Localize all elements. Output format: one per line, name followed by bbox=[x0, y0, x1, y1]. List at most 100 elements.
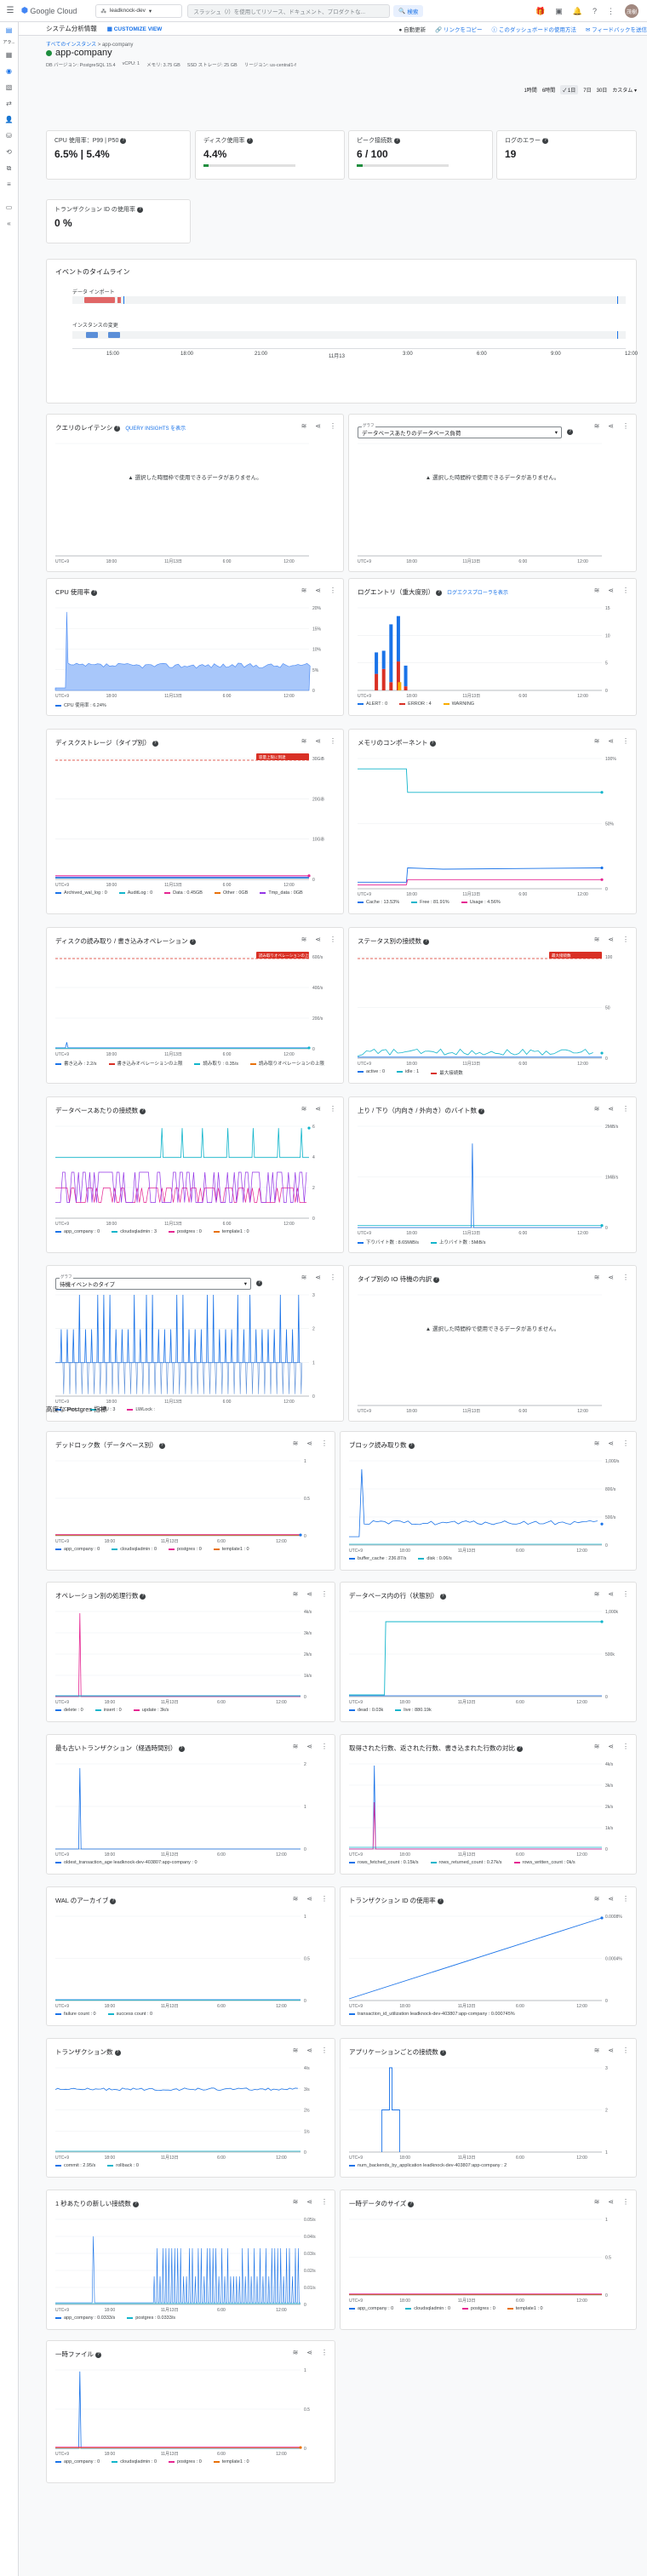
legend-item[interactable]: app_company : 0 bbox=[55, 1547, 100, 1552]
legend-item[interactable]: template1 : 0 bbox=[507, 2306, 543, 2311]
legend-item[interactable]: CPU 使用率 : 6.24% bbox=[55, 701, 106, 708]
dashboard-usage-link[interactable]: ⓘ このダッシュボードの使用方法 bbox=[492, 25, 576, 33]
legend-item[interactable]: buffer_cache : 236.87/s bbox=[349, 1556, 406, 1561]
legend-item[interactable]: rows_returned_count : 0.27k/s bbox=[430, 1860, 502, 1865]
help-icon[interactable]: ? bbox=[593, 7, 597, 15]
legend-item[interactable]: Data : 0.45GB bbox=[164, 890, 203, 896]
connections-icon[interactable]: ⇄ bbox=[0, 95, 18, 112]
auto-refresh-toggle[interactable]: ● 自動更新 bbox=[398, 25, 426, 33]
help-icon[interactable]: ? bbox=[246, 137, 253, 144]
legend-item[interactable]: app_company : 0 bbox=[55, 2459, 100, 2464]
legend-item[interactable]: oldest_transaction_age leadknock-dev-403… bbox=[55, 1860, 198, 1865]
legend-item[interactable]: 書き込みオペレーションの上限 bbox=[108, 1060, 182, 1067]
collapse-icon[interactable]: « bbox=[0, 215, 18, 232]
legend-item[interactable]: cloudsqladmin : 3 bbox=[112, 1229, 157, 1234]
range-1d[interactable]: ✓ 1日 bbox=[560, 85, 579, 94]
overview-icon[interactable]: ▦ bbox=[0, 47, 18, 63]
legend-item[interactable]: template1 : 0 bbox=[213, 2459, 249, 2464]
gift-icon[interactable]: 🎁 bbox=[535, 7, 545, 16]
release-notes-icon[interactable]: ▭ bbox=[0, 199, 18, 215]
legend-item[interactable]: 下りバイト数 : 8.65MiB/s bbox=[358, 1239, 419, 1245]
insights-icon[interactable]: ◉ bbox=[0, 63, 18, 79]
legend-item[interactable]: Usage : 4.56% bbox=[461, 900, 501, 905]
backup-icon[interactable]: ⟲ bbox=[0, 144, 18, 160]
legend-item[interactable]: postgres : 0 bbox=[169, 1229, 202, 1234]
cloud-sql-icon[interactable]: ▤ bbox=[0, 22, 18, 38]
legend-item[interactable]: WARNING bbox=[443, 701, 474, 707]
legend-item[interactable]: AuditLog : 0 bbox=[118, 890, 152, 896]
chart-icon[interactable]: ▧ bbox=[0, 79, 18, 95]
legend-item[interactable]: cloudsqladmin : 0 bbox=[112, 2459, 157, 2464]
legend-item[interactable]: insert : 0 bbox=[94, 1708, 122, 1713]
help-icon[interactable]: ? bbox=[394, 137, 400, 144]
legend-item[interactable]: ALERT : 0 bbox=[358, 701, 387, 707]
legend-item[interactable]: 最大接続数 bbox=[431, 1069, 463, 1076]
legend-item[interactable]: dead : 0.03k bbox=[349, 1708, 383, 1713]
legend-item[interactable]: Tmp_data : 0GB bbox=[260, 890, 303, 896]
legend-item[interactable]: 読み取り : 0.35/s bbox=[194, 1060, 238, 1067]
bell-icon[interactable]: 🔔 bbox=[573, 7, 582, 16]
users-icon[interactable]: 👤 bbox=[0, 112, 18, 128]
legend-item[interactable]: app_company : 0.0333/s bbox=[55, 2316, 115, 2321]
feedback-button[interactable]: ✉ フィードバックを送信 bbox=[586, 25, 647, 33]
legend-item[interactable]: disk : 0.06/s bbox=[418, 1556, 452, 1561]
search-input[interactable]: スラッシュ（/）を使用してリソース、ドキュメント、プロダクトな... bbox=[187, 3, 391, 18]
range-6h[interactable]: 6時間 bbox=[542, 86, 555, 94]
legend-item[interactable]: cloudsqladmin : 0 bbox=[405, 2306, 450, 2311]
operations-icon[interactable]: ≡ bbox=[0, 176, 18, 192]
legend-item[interactable]: postgres : 0 bbox=[462, 2306, 495, 2311]
copy-link-button[interactable]: 🔗 リンクをコピー bbox=[435, 25, 482, 33]
change-event[interactable] bbox=[108, 332, 120, 338]
terminal-icon[interactable]: ▣ bbox=[555, 7, 563, 16]
legend-item[interactable]: Cache : 13.53% bbox=[358, 900, 399, 905]
legend-item[interactable]: 書き込み : 2.2/s bbox=[55, 1060, 97, 1067]
legend-item[interactable]: Free : 81.91% bbox=[411, 900, 449, 905]
legend-item[interactable]: ERROR : 4 bbox=[399, 701, 432, 707]
legend-item[interactable]: rows_fetched_count : 0.15k/s bbox=[349, 1860, 419, 1865]
legend-item[interactable]: commit : 2.95/s bbox=[55, 2163, 95, 2168]
legend-item[interactable]: Other : 0GB bbox=[214, 890, 248, 896]
legend-item[interactable]: rollback : 0 bbox=[107, 2163, 139, 2168]
legend-item[interactable]: num_backends_by_application leadknock-de… bbox=[349, 2163, 507, 2168]
search-button[interactable]: 🔍 検索 bbox=[393, 4, 424, 17]
legend-item[interactable]: postgres : 0 bbox=[169, 1547, 202, 1552]
change-event[interactable] bbox=[86, 332, 98, 338]
legend-item[interactable]: template1 : 0 bbox=[213, 1229, 249, 1234]
legend-item[interactable]: live : 880.19k bbox=[395, 1708, 432, 1713]
legend-item[interactable]: app_company : 0 bbox=[349, 2306, 393, 2311]
legend-item[interactable]: app_company : 0 bbox=[55, 1229, 100, 1234]
help-icon[interactable]: ? bbox=[542, 137, 548, 144]
import-event[interactable] bbox=[84, 297, 115, 303]
legend-item[interactable]: template1 : 0 bbox=[213, 1547, 249, 1552]
range-7d[interactable]: 7日 bbox=[583, 86, 591, 94]
help-icon[interactable]: ? bbox=[136, 206, 143, 213]
legend-item[interactable]: idle : 1 bbox=[397, 1069, 419, 1076]
replicas-icon[interactable]: ⧉ bbox=[0, 160, 18, 176]
legend-item[interactable]: 読み取りオペレーションの上限 bbox=[250, 1060, 324, 1067]
legend-item[interactable]: update : 3k/s bbox=[133, 1708, 169, 1713]
help-icon[interactable]: ? bbox=[120, 137, 127, 144]
google-cloud-logo[interactable]: ⬢ Google Cloud bbox=[21, 6, 77, 15]
customize-view-button[interactable]: ▦ CUSTOMIZE VIEW bbox=[107, 26, 163, 32]
avatar[interactable]: 茂樹 bbox=[625, 4, 638, 18]
legend-item[interactable]: cloudsqladmin : 0 bbox=[112, 1547, 157, 1552]
legend-item[interactable]: success count : 0 bbox=[107, 2012, 152, 2017]
legend-item[interactable]: LWLock : bbox=[127, 1407, 155, 1412]
legend-item[interactable]: failure count : 0 bbox=[55, 2012, 96, 2017]
legend-item[interactable]: transaction_id_utilization leadknock-dev… bbox=[349, 2012, 515, 2017]
legend-item[interactable]: active : 0 bbox=[358, 1069, 385, 1076]
more-icon[interactable]: ⋮ bbox=[607, 7, 615, 16]
legend-item[interactable]: Archived_wal_log : 0 bbox=[55, 890, 107, 896]
legend-item[interactable]: rows_written_count : 0k/s bbox=[513, 1860, 575, 1865]
menu-icon[interactable]: ☰ bbox=[3, 6, 18, 15]
import-event[interactable] bbox=[117, 297, 121, 303]
legend-item[interactable]: delete : 0 bbox=[55, 1708, 83, 1713]
project-picker[interactable]: ⁂ leadknock-dev ▾ bbox=[95, 3, 183, 18]
database-icon[interactable]: ⛁ bbox=[0, 128, 18, 144]
legend-item[interactable]: 上りバイト数 : 5MiB/s bbox=[431, 1239, 485, 1245]
legend-item[interactable]: postgres : 0 bbox=[169, 2459, 202, 2464]
range-30d[interactable]: 30日 bbox=[597, 86, 608, 94]
legend-item[interactable]: postgres : 0.0333/s bbox=[127, 2316, 175, 2321]
range-1h[interactable]: 1時間 bbox=[524, 86, 536, 94]
range-custom[interactable]: カスタム ▾ bbox=[612, 86, 637, 94]
